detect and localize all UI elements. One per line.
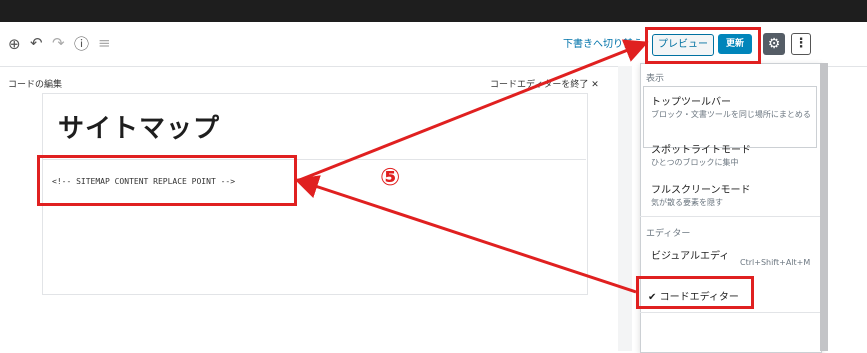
- menu-item-visual-editor[interactable]: ビジュアルエディター: [651, 249, 735, 265]
- menu-item-desc: 気が散る要素を隠す: [651, 198, 723, 207]
- menu-item-desc: ひとつのブロックに集中: [651, 158, 739, 167]
- menu-divider: [640, 312, 820, 313]
- sidebar-strip: [618, 66, 633, 351]
- exit-code-editor-label: コードエディターを終了: [490, 80, 589, 90]
- menu-view-heading: 表示: [646, 74, 665, 84]
- admin-top-bar: [0, 0, 867, 22]
- menu-editor-heading: エディター: [646, 229, 691, 239]
- menu-item-desc: ブロック・文書ツールを同じ場所にまとめる: [651, 110, 811, 119]
- menu-item-label: トップツールバー: [651, 97, 731, 108]
- undo-icon[interactable]: ↶: [30, 34, 43, 52]
- menu-scrollbar[interactable]: [820, 63, 828, 351]
- highlight-box-code-editor-item: [636, 276, 754, 309]
- info-icon[interactable]: ⓘ: [74, 35, 89, 53]
- highlight-box-preview-update: [645, 27, 761, 64]
- step-number-label: ⑤: [380, 163, 401, 191]
- highlight-box-code-content: [37, 155, 297, 206]
- switch-to-draft-link[interactable]: 下書きへ切り替え: [563, 35, 643, 50]
- menu-divider: [640, 216, 820, 217]
- close-icon: ✕: [591, 80, 599, 90]
- menu-item-spotlight[interactable]: スポットライトモード: [651, 141, 751, 156]
- page-title[interactable]: サイトマップ: [58, 108, 220, 145]
- code-editor-heading: コードの編集: [8, 80, 63, 90]
- add-block-icon[interactable]: ⊕: [8, 35, 21, 53]
- redo-icon[interactable]: ↷: [52, 34, 65, 52]
- list-view-icon[interactable]: ≡: [98, 34, 111, 52]
- visual-editor-shortcut: Ctrl+Shift+Alt+M: [740, 258, 811, 267]
- menu-item-fullscreen[interactable]: フルスクリーンモード: [651, 181, 751, 196]
- exit-code-editor-button[interactable]: コードエディターを終了 ✕: [490, 77, 599, 90]
